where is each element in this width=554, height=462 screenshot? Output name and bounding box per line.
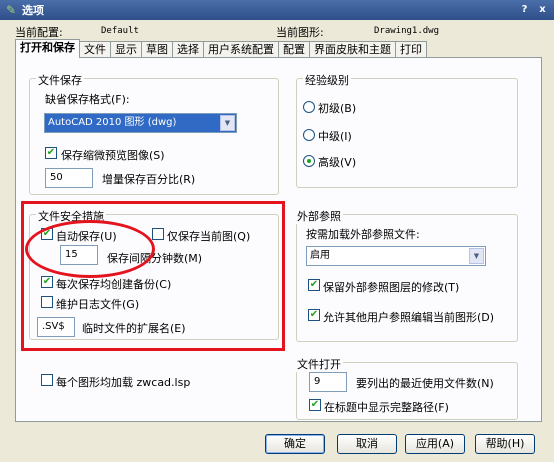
- allow-xref-edit-label: 允许其他用户参照编辑当前图形(D): [323, 311, 495, 324]
- tab-skin-theme[interactable]: 界面皮肤和主题: [309, 41, 396, 58]
- ok-button[interactable]: 确定: [265, 434, 325, 454]
- advanced-label: 高级(V): [318, 156, 357, 169]
- xref-load-value: 启用: [310, 250, 330, 261]
- cancel-button[interactable]: 取消: [337, 434, 397, 454]
- xref-load-select[interactable]: 启用 ▼: [306, 246, 486, 266]
- checkmark-icon: ✔: [310, 399, 320, 410]
- title-bar: ✎ 选项 ? x: [0, 0, 554, 20]
- save-format-select[interactable]: AutoCAD 2010 图形 (dwg) ▼: [44, 113, 237, 133]
- current-config-value: Default: [101, 26, 139, 36]
- current-config-label: 当前配置:: [15, 26, 63, 39]
- file-open-title: 文件打开: [295, 356, 343, 372]
- checkmark-icon: ✔: [309, 279, 319, 290]
- save-format-label: 缺省保存格式(F):: [45, 93, 130, 106]
- tab-plot[interactable]: 打印: [395, 41, 427, 58]
- full-path-label: 在标题中显示完整路径(F): [324, 401, 449, 414]
- current-drawing-label: 当前图形:: [276, 26, 324, 39]
- intermediate-radio[interactable]: [303, 129, 315, 141]
- annotation-ellipse: [25, 220, 155, 278]
- chevron-down-icon[interactable]: ▼: [469, 248, 484, 264]
- increment-save-input[interactable]: 50: [45, 168, 93, 188]
- help-title-button[interactable]: ?: [518, 3, 531, 16]
- help-button[interactable]: 帮助(H): [475, 434, 535, 454]
- close-button[interactable]: x: [536, 3, 549, 16]
- advanced-radio[interactable]: [303, 155, 315, 167]
- retain-xref-checkbox[interactable]: ✔: [308, 279, 320, 291]
- apply-button[interactable]: 应用(A): [405, 434, 465, 454]
- retain-xref-label: 保留外部参照图层的修改(T): [323, 281, 460, 294]
- file-save-title: 文件保存: [36, 72, 84, 88]
- save-format-value: AutoCAD 2010 图形 (dwg): [48, 117, 177, 128]
- recent-files-input[interactable]: 9: [309, 372, 347, 392]
- current-drawing-value: Drawing1.dwg: [374, 26, 440, 36]
- tab-user-preferences[interactable]: 用户系统配置: [203, 41, 279, 58]
- thumbnail-checkbox[interactable]: ✔: [45, 147, 57, 159]
- xref-title: 外部参照: [295, 208, 343, 224]
- tab-open-save[interactable]: 打开和保存: [15, 39, 80, 58]
- thumbnail-label: 保存缩微预览图像(S): [61, 149, 165, 162]
- tab-strip: 打开和保存 文件 显示 草图 选择 用户系统配置 配置 界面皮肤和主题 打印: [15, 39, 427, 58]
- tab-display[interactable]: 显示: [110, 41, 142, 58]
- allow-xref-edit-checkbox[interactable]: ✔: [308, 309, 320, 321]
- checkmark-icon: ✔: [309, 309, 319, 320]
- load-lsp-label: 每个图形均加载 zwcad.lsp: [56, 376, 191, 389]
- beginner-label: 初级(B): [318, 102, 357, 115]
- intermediate-label: 中级(I): [318, 130, 352, 143]
- full-path-checkbox[interactable]: ✔: [309, 399, 321, 411]
- recent-files-label: 要列出的最近使用文件数(N): [356, 377, 494, 390]
- app-icon: ✎: [5, 3, 17, 17]
- experience-title: 经验级别: [303, 72, 351, 88]
- tab-selection[interactable]: 选择: [172, 41, 204, 58]
- window-title: 选项: [22, 4, 44, 17]
- beginner-radio[interactable]: [303, 101, 315, 113]
- tab-drafting[interactable]: 草图: [141, 41, 173, 58]
- checkmark-icon: ✔: [46, 147, 56, 158]
- tab-profiles[interactable]: 配置: [278, 41, 310, 58]
- tab-files[interactable]: 文件: [79, 41, 111, 58]
- increment-save-label: 增量保存百分比(R): [102, 173, 196, 186]
- chevron-down-icon[interactable]: ▼: [220, 115, 235, 131]
- load-lsp-checkbox[interactable]: [41, 374, 53, 386]
- xref-load-label: 按需加载外部参照文件:: [306, 228, 420, 241]
